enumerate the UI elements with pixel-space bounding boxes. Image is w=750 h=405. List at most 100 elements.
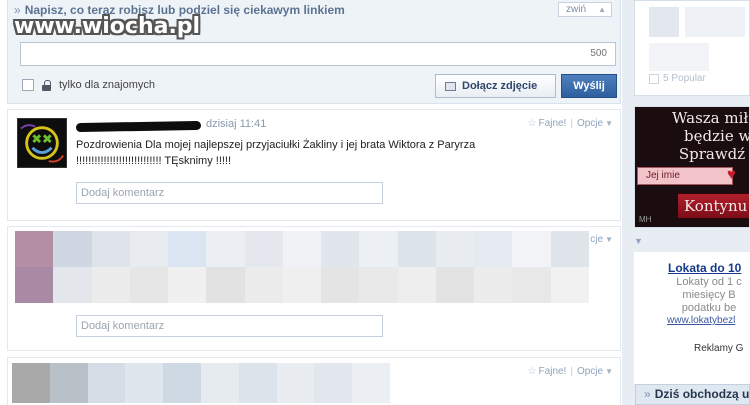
pixel-block: [359, 267, 398, 303]
pixel-block: [15, 267, 54, 303]
pixel-block: [53, 267, 92, 303]
star-icon: ☆: [527, 366, 537, 377]
options-button[interactable]: Opcje ▼: [577, 118, 613, 129]
pixel-block: [282, 267, 322, 303]
status-input[interactable]: 500: [20, 42, 616, 66]
heart-icon: ♥: [727, 166, 736, 183]
chevron-down-icon: ▼: [605, 235, 613, 244]
photo-icon: [445, 82, 456, 91]
post-actions: ☆ Fajne! | Opcje ▼: [528, 118, 613, 129]
pixel-block: [435, 231, 475, 267]
pixel-block: [91, 267, 130, 303]
chevron-down-icon: ▼: [605, 119, 613, 128]
pixelated-redaction: [12, 363, 390, 403]
post-actions: ☆ Fajne! | Opcje ▼: [528, 366, 613, 377]
sponsored-link-body: Lokaty od 1 c miesięcy B podatku be: [676, 276, 742, 314]
today-celebrating-header[interactable]: » Dziś obchodzą u: [635, 384, 750, 405]
avatar[interactable]: [17, 118, 67, 168]
pixel-block: [435, 267, 475, 303]
today-celebrating-label: Dziś obchodzą u: [654, 387, 750, 401]
pixel-block: [359, 231, 398, 267]
chevron-down-icon: ▼: [605, 367, 613, 376]
popular-text: 5 Popular: [663, 73, 706, 84]
pixel-block: [244, 267, 283, 303]
pixel-block: [206, 267, 245, 303]
pixel-block: [163, 363, 201, 403]
sidebar-blurred-box: 5 Popular: [634, 0, 750, 96]
pixel-block: [276, 363, 315, 403]
feed-post: cje ▼ Dodaj komentarz: [7, 226, 621, 351]
separator: |: [570, 366, 573, 377]
popular-label: 5 Popular: [649, 73, 706, 84]
ad-continue-button[interactable]: Kontynu: [677, 193, 749, 219]
pixel-block: [512, 231, 551, 267]
options-label: cje: [590, 234, 604, 245]
pixel-block: [12, 363, 50, 403]
feed-post: ☆ Fajne! | Opcje ▼: [7, 357, 621, 405]
watermark-logo: www.wiocha.pl: [14, 14, 201, 39]
like-label: Fajne!: [538, 118, 567, 129]
options-button[interactable]: Opcje ▼: [577, 366, 613, 377]
lock-icon: [42, 79, 51, 91]
pixel-block: [321, 267, 360, 303]
pixel-block: [512, 267, 551, 303]
pixel-block: [397, 231, 436, 267]
pixel-block: [352, 363, 390, 403]
comment-input[interactable]: Dodaj komentarz: [76, 315, 383, 337]
author-name-redacted[interactable]: [75, 118, 206, 133]
pixel-block: [53, 231, 92, 267]
pixel-block: [129, 231, 169, 267]
pixel-block: [314, 363, 353, 403]
sidebar: 5 Popular Wasza miłoś będzie wie Sprawdź…: [622, 0, 750, 405]
star-icon: ☆: [527, 118, 537, 129]
ad-name-input[interactable]: Jej imie: [637, 167, 733, 185]
pixel-block: [550, 231, 589, 267]
comment-input[interactable]: Dodaj komentarz: [76, 182, 383, 204]
pixel-block: [91, 231, 130, 267]
collapse-button[interactable]: zwiń ▲: [558, 2, 612, 17]
friends-only-option[interactable]: tylko dla znajomych: [22, 78, 155, 92]
collapse-label: zwiń: [566, 4, 587, 15]
pixel-block: [206, 231, 245, 267]
chevron-right-icon: »: [644, 387, 651, 401]
blurred-thumbnail: [685, 7, 745, 37]
chevron-up-icon: ▲: [598, 5, 606, 14]
options-button[interactable]: cje ▼: [590, 234, 613, 245]
pixel-block: [474, 231, 513, 267]
redaction-scribble: [75, 120, 202, 133]
send-button[interactable]: Wyślij: [561, 74, 617, 98]
friends-only-checkbox[interactable]: [22, 79, 34, 91]
ad-headline: Wasza miłoś będzie wie Sprawdź to: [672, 109, 749, 163]
love-test-ad[interactable]: Wasza miłoś będzie wie Sprawdź to Jej im…: [634, 106, 750, 228]
sponsored-link-url[interactable]: www.lokatybezl: [667, 315, 735, 326]
chevron-down-icon[interactable]: ▼: [634, 236, 643, 246]
ads-by-label[interactable]: Reklamy G: [694, 343, 743, 354]
pixel-block: [397, 267, 436, 303]
options-label: Opcje: [576, 366, 604, 377]
pixel-block: [15, 231, 54, 267]
attach-photo-label: Dołącz zdjęcie: [462, 80, 538, 92]
feed-post: dzisiaj 11:41 ☆ Fajne! | Opcje ▼ Pozdrowie…: [7, 109, 621, 221]
blurred-thumbnail: [649, 43, 709, 71]
pixel-block: [474, 267, 513, 303]
ad-brand-mark: MH: [639, 215, 652, 224]
sponsored-link-title[interactable]: Lokata do 10: [668, 261, 741, 275]
pixel-block: [125, 363, 164, 403]
pixel-block: [321, 231, 360, 267]
like-label: Fajne!: [538, 366, 567, 377]
pixel-block: [168, 267, 207, 303]
separator: |: [570, 118, 573, 129]
pixel-block: [550, 267, 589, 303]
pixel-block: [49, 363, 88, 403]
main-column: » Napisz, co teraz robisz lub podziel się…: [0, 0, 622, 405]
pixel-block: [129, 267, 169, 303]
blurred-thumbnail: [649, 7, 679, 37]
char-counter: 500: [590, 48, 607, 59]
like-button[interactable]: ☆ Fajne!: [528, 366, 567, 377]
pixel-block: [168, 231, 207, 267]
attach-photo-button[interactable]: Dołącz zdjęcie: [435, 74, 556, 98]
smiley-logo-icon: [18, 119, 66, 167]
like-button[interactable]: ☆ Fajne!: [528, 118, 567, 129]
friends-only-label: tylko dla znajomych: [59, 79, 155, 91]
pixel-block: [244, 231, 283, 267]
